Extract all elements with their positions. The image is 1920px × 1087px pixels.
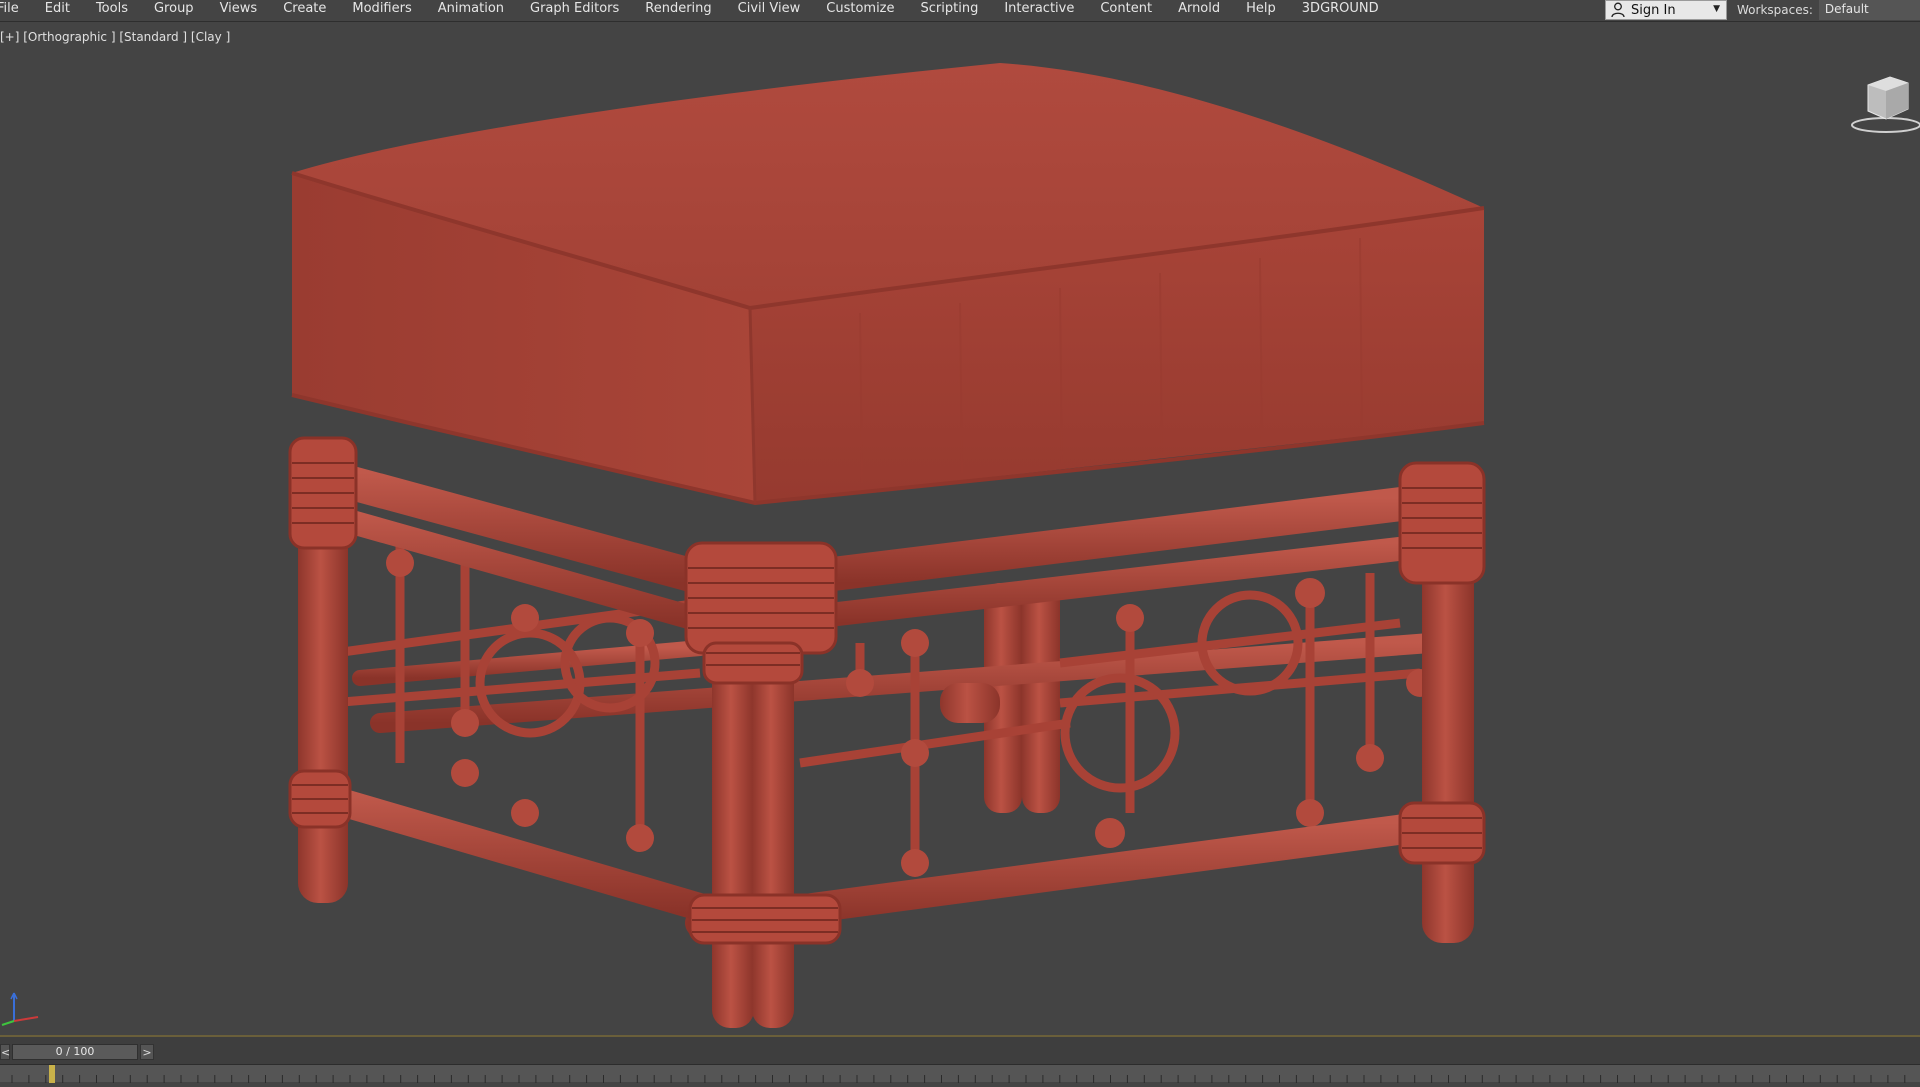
timeline: < 0 / 100 > <box>0 1035 1920 1083</box>
prev-frame-button[interactable]: < <box>0 1044 10 1060</box>
menu-item-views[interactable]: Views <box>207 0 271 22</box>
user-icon <box>1611 2 1625 18</box>
sign-in-dropdown[interactable]: Sign In ▼ <box>1605 0 1727 20</box>
track-bar[interactable] <box>0 1064 1920 1083</box>
menu-item-file[interactable]: File <box>0 0 32 22</box>
ottoman-model <box>288 63 1486 1028</box>
menu-item-tools[interactable]: Tools <box>83 0 141 22</box>
menu-bar: FileEditToolsGroupViewsCreateModifiersAn… <box>0 0 1920 22</box>
menu-item-group[interactable]: Group <box>141 0 207 22</box>
menu-item-scripting[interactable]: Scripting <box>908 0 992 22</box>
time-marker[interactable] <box>49 1065 55 1083</box>
workspaces-dropdown[interactable]: Default <box>1818 0 1920 20</box>
perspective-viewport[interactable]: [+] [Orthographic ] [Standard ] [Clay ] <box>0 23 1920 1035</box>
viewport-label[interactable]: [+] [Orthographic ] [Standard ] [Clay ] <box>0 30 230 44</box>
menu-item-create[interactable]: Create <box>270 0 339 22</box>
track-ticks <box>11 1075 1906 1083</box>
menu-item-3dground[interactable]: 3DGROUND <box>1289 0 1392 22</box>
menu-item-customize[interactable]: Customize <box>813 0 907 22</box>
workspaces-label: Workspaces: <box>1737 3 1813 17</box>
menu-item-animation[interactable]: Animation <box>425 0 517 22</box>
menu-item-arnold[interactable]: Arnold <box>1165 0 1233 22</box>
menu-item-content[interactable]: Content <box>1087 0 1165 22</box>
menu-item-civil-view[interactable]: Civil View <box>725 0 814 22</box>
menu-item-help[interactable]: Help <box>1233 0 1289 22</box>
time-slider-row: < 0 / 100 > <box>0 1044 1920 1062</box>
workspaces-selector: Workspaces: Default <box>1737 0 1920 20</box>
menu-item-modifiers[interactable]: Modifiers <box>339 0 424 22</box>
next-frame-button[interactable]: > <box>140 1044 154 1060</box>
viewcube-icon[interactable] <box>1846 63 1920 135</box>
menu-item-interactive[interactable]: Interactive <box>991 0 1087 22</box>
menu-item-graph-editors[interactable]: Graph Editors <box>517 0 632 22</box>
axis-tripod-icon <box>1 992 39 1026</box>
sign-in-label: Sign In <box>1631 2 1676 18</box>
time-slider[interactable]: 0 / 100 <box>12 1044 138 1060</box>
menu-item-rendering[interactable]: Rendering <box>632 0 724 22</box>
chevron-down-icon: ▼ <box>1713 4 1720 14</box>
menu-item-edit[interactable]: Edit <box>32 0 83 22</box>
menu-items: FileEditToolsGroupViewsCreateModifiersAn… <box>0 0 1392 22</box>
